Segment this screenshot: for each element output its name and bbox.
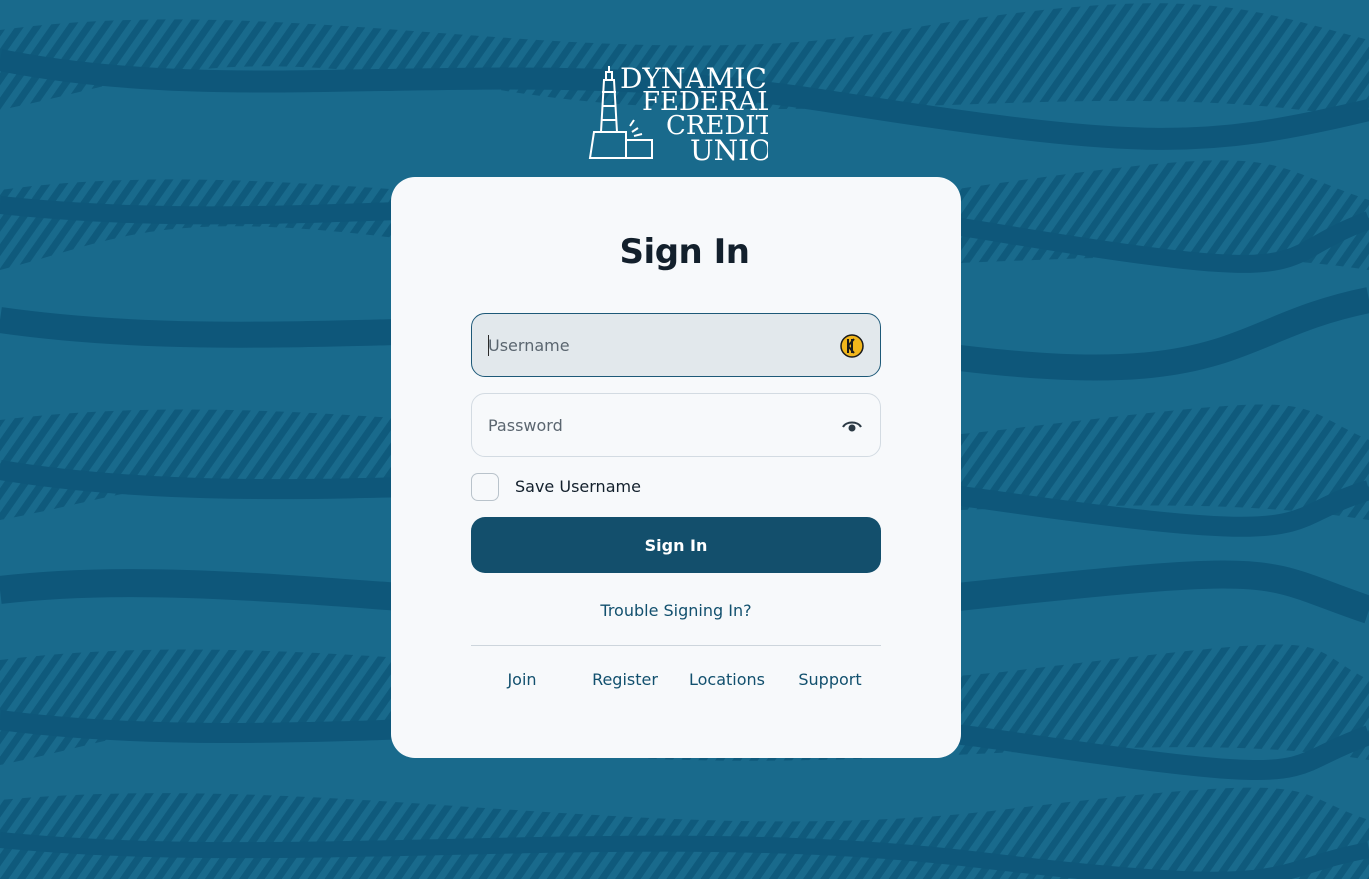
join-link[interactable]: Join xyxy=(471,670,573,689)
username-field[interactable] xyxy=(471,313,881,377)
logo-text-line-4: UNION xyxy=(690,134,768,166)
signin-button[interactable]: Sign In xyxy=(471,517,881,573)
password-manager-icon[interactable] xyxy=(840,334,864,358)
register-link[interactable]: Register xyxy=(574,670,676,689)
save-username-label[interactable]: Save Username xyxy=(515,477,641,496)
save-username-checkbox[interactable] xyxy=(471,473,499,501)
password-field[interactable] xyxy=(471,393,881,457)
trouble-signing-in-link[interactable]: Trouble Signing In? xyxy=(471,601,881,620)
username-input[interactable] xyxy=(488,314,828,376)
eye-icon[interactable] xyxy=(840,414,864,438)
locations-link[interactable]: Locations xyxy=(676,670,778,689)
signin-title: Sign In xyxy=(619,232,750,272)
password-input[interactable] xyxy=(488,394,828,456)
support-link[interactable]: Support xyxy=(779,670,881,689)
divider xyxy=(471,645,881,646)
text-cursor xyxy=(488,335,489,356)
brand-logo: DYNAMIC FEDERAL CREDIT UNION xyxy=(586,62,768,166)
